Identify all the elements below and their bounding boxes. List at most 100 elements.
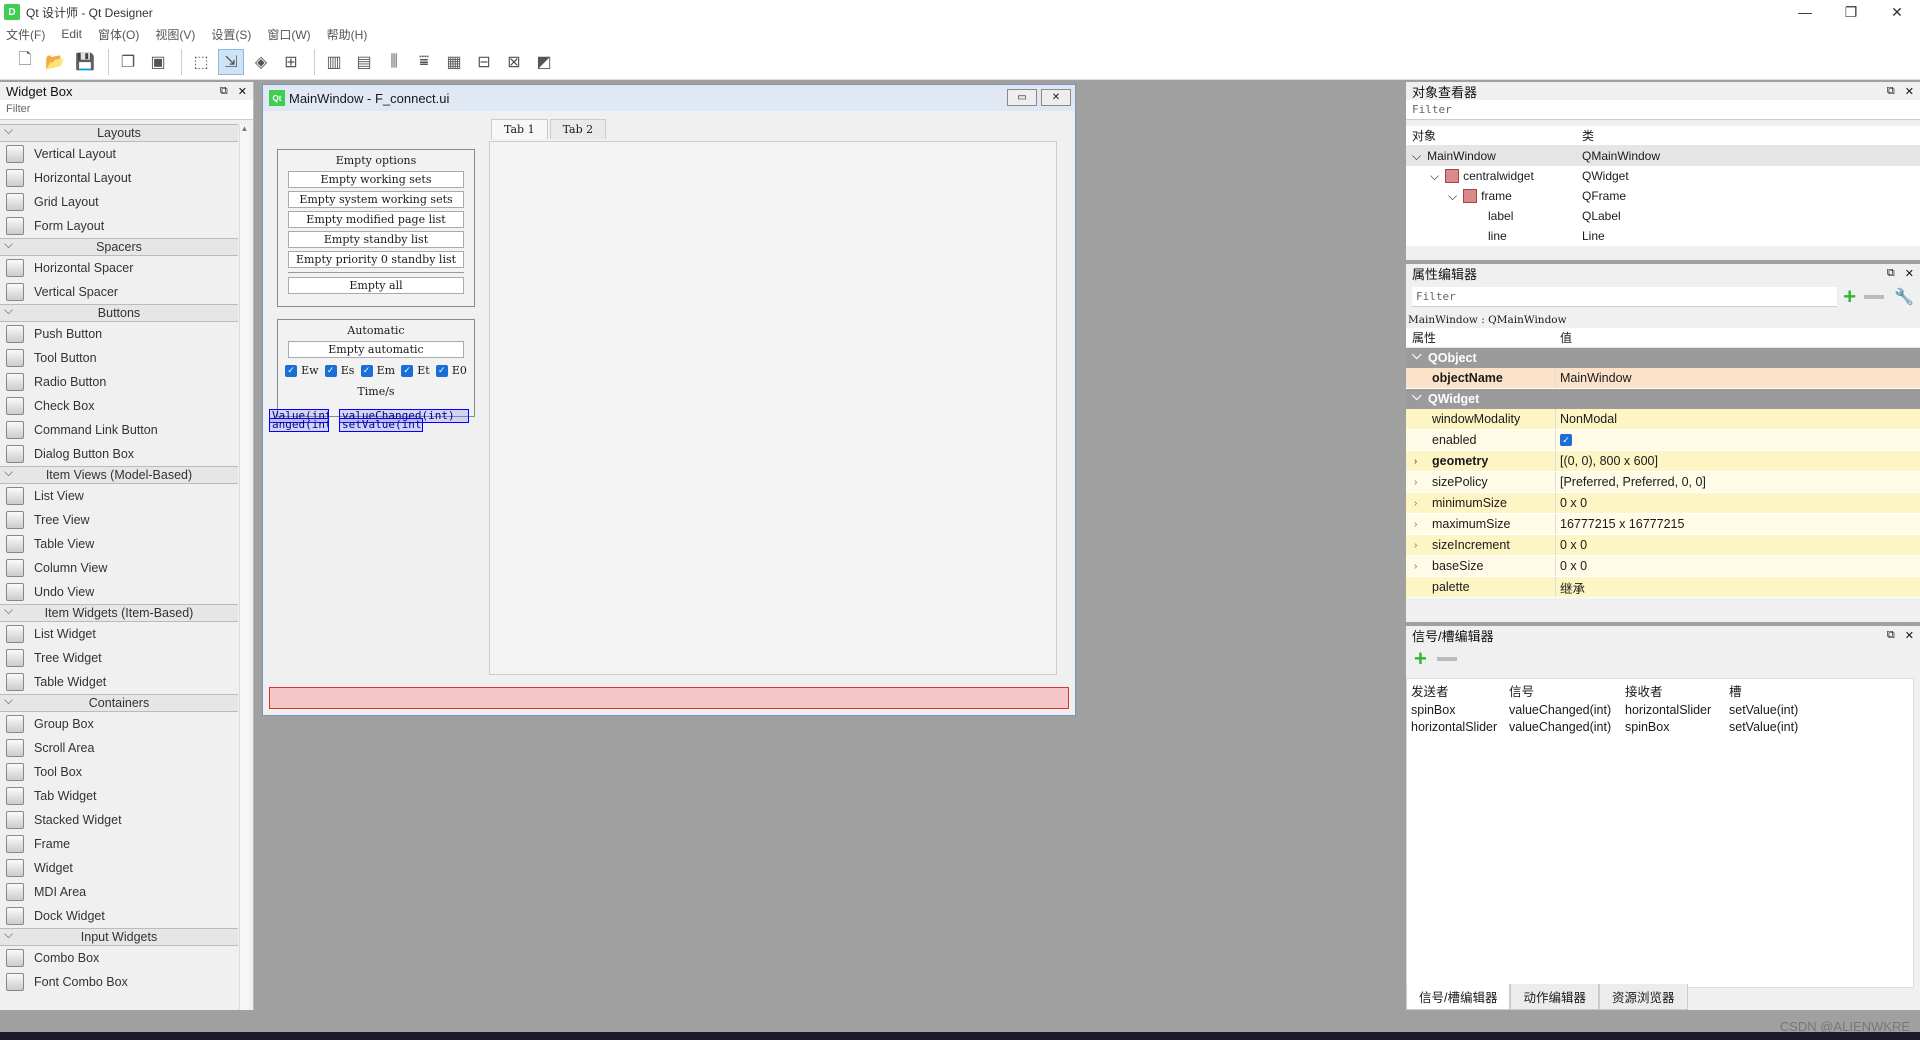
widget-item[interactable]: Table View (0, 532, 238, 556)
checkbox-ew[interactable]: ✓ Ew (285, 364, 319, 377)
property-group-qwidget[interactable]: QWidget (1406, 389, 1920, 409)
property-filter-input[interactable]: Filter (1412, 287, 1838, 307)
edit-signals-slots-icon[interactable]: ⇲ (218, 48, 244, 75)
empty-standby-list-button[interactable]: Empty standby list (288, 231, 464, 248)
menu-form[interactable]: 窗体(O) (98, 26, 139, 43)
minimize-button[interactable]: — (1782, 0, 1828, 24)
form-close-button[interactable]: ✕ (1041, 89, 1071, 106)
layout-grid-icon[interactable]: ▦ (441, 49, 467, 75)
widget-item[interactable]: Form Layout (0, 214, 238, 238)
close-icon[interactable]: ✕ (238, 85, 247, 98)
menu-window[interactable]: 窗口(W) (267, 26, 310, 43)
tree-row[interactable]: line Line (1406, 226, 1920, 246)
copy-icon[interactable]: ❐ (115, 49, 141, 75)
widget-category[interactable]: Input Widgets (0, 927, 238, 946)
widget-item[interactable]: Tab Widget (0, 784, 238, 808)
wrench-icon[interactable]: 🔧 (1894, 287, 1914, 307)
maximize-button[interactable]: ❐ (1828, 0, 1874, 24)
layout-horizontal-splitter-icon[interactable]: ⫼ (381, 49, 407, 75)
widget-item[interactable]: Scroll Area (0, 736, 238, 760)
layout-vertical-splitter-icon[interactable]: ⩸ (411, 49, 437, 75)
widget-item[interactable]: Dock Widget (0, 904, 238, 928)
tree-row[interactable]: ⌵ frame QFrame (1406, 186, 1920, 206)
empty-modified-page-list-button[interactable]: Empty modified page list (288, 211, 464, 228)
empty-working-sets-button[interactable]: Empty working sets (288, 171, 464, 188)
close-icon[interactable]: ✕ (1905, 629, 1914, 642)
signal-label-c[interactable]: anged(int) (269, 418, 329, 432)
float-icon[interactable]: ⧉ (1887, 267, 1895, 280)
widget-category[interactable]: Containers (0, 693, 238, 712)
empty-automatic-button[interactable]: Empty automatic (288, 341, 464, 358)
widget-filter-input[interactable]: Filter (0, 100, 253, 120)
widget-item[interactable]: List Widget (0, 622, 238, 646)
open-folder-icon[interactable]: 📂 (42, 49, 68, 75)
menu-help[interactable]: 帮助(H) (327, 26, 368, 43)
float-icon[interactable]: ⧉ (1887, 629, 1895, 642)
form-minimize-button[interactable]: ▭ (1007, 89, 1037, 106)
status-frame[interactable] (269, 687, 1069, 709)
widget-category[interactable]: Spacers (0, 237, 238, 256)
widget-item[interactable]: Tool Button (0, 346, 238, 370)
chevron-right-icon[interactable]: › (1414, 456, 1417, 467)
checkbox-et[interactable]: ✓ Et (401, 364, 430, 377)
close-icon[interactable]: ✕ (1905, 85, 1914, 98)
close-button[interactable]: ✕ (1874, 0, 1920, 24)
tab-2[interactable]: Tab 2 (549, 119, 607, 139)
widget-item[interactable]: Widget (0, 856, 238, 880)
widget-category[interactable]: Layouts (0, 124, 238, 142)
widget-item[interactable]: Tree View (0, 508, 238, 532)
paste-icon[interactable]: ▣ (145, 49, 171, 75)
table-row[interactable]: horizontalSlider valueChanged(int) spinB… (1407, 718, 1913, 735)
menu-settings[interactable]: 设置(S) (211, 26, 251, 43)
widget-item[interactable]: Frame (0, 832, 238, 856)
tab-signal-slot-editor[interactable]: 信号/槽编辑器 (1406, 984, 1511, 1010)
widget-item[interactable]: Dialog Button Box (0, 442, 238, 466)
layout-form-icon[interactable]: ⊟ (471, 49, 497, 75)
widget-item[interactable]: Combo Box (0, 946, 238, 970)
edit-buddies-icon[interactable]: ◈ (248, 49, 274, 75)
property-row[interactable]: › geometry [(0, 0), 800 x 600] (1406, 451, 1920, 472)
chevron-right-icon[interactable]: › (1414, 540, 1417, 551)
signal-label-d[interactable]: setValue(int) (339, 418, 423, 432)
close-icon[interactable]: ✕ (1905, 267, 1914, 280)
property-row[interactable]: › baseSize 0 x 0 (1406, 556, 1920, 577)
menu-edit[interactable]: Edit (61, 27, 82, 41)
chevron-right-icon[interactable]: › (1414, 498, 1417, 509)
remove-connection-icon[interactable] (1436, 657, 1457, 661)
property-row[interactable]: › sizePolicy [Preferred, Preferred, 0, 0] (1406, 472, 1920, 493)
widget-item[interactable]: Column View (0, 556, 238, 580)
float-icon[interactable]: ⧉ (220, 85, 228, 98)
layout-horizontal-icon[interactable]: ▥ (321, 49, 347, 75)
widget-category[interactable]: Item Widgets (Item-Based) (0, 603, 238, 622)
float-icon[interactable]: ⧉ (1887, 85, 1895, 98)
property-row[interactable]: objectName MainWindow (1406, 368, 1920, 389)
widget-item[interactable]: List View (0, 484, 238, 508)
tree-row[interactable]: ⌵ MainWindow QMainWindow (1406, 146, 1920, 166)
widget-item[interactable]: Command Link Button (0, 418, 238, 442)
remove-property-icon[interactable] (1864, 295, 1885, 299)
widget-item[interactable]: MDI Area (0, 880, 238, 904)
checkbox-es[interactable]: ✓ Es (324, 364, 354, 377)
empty-system-working-sets-button[interactable]: Empty system working sets (288, 191, 464, 208)
widget-category[interactable]: Item Views (Model-Based) (0, 465, 238, 484)
break-layout-icon[interactable]: ⊠ (501, 49, 527, 75)
empty-priority0-standby-list-button[interactable]: Empty priority 0 standby list (288, 251, 464, 268)
property-group-qobject[interactable]: QObject (1406, 348, 1920, 368)
widget-item[interactable]: Vertical Layout (0, 142, 238, 166)
tab-1[interactable]: Tab 1 (491, 119, 548, 139)
menu-file[interactable]: 文件(F) (6, 26, 45, 43)
widget-item[interactable]: Check Box (0, 394, 238, 418)
property-row[interactable]: › maximumSize 16777215 x 16777215 (1406, 514, 1920, 535)
table-row[interactable]: spinBox valueChanged(int) horizontalSlid… (1407, 701, 1913, 718)
add-connection-icon[interactable]: + (1414, 646, 1427, 672)
widget-box-scrollbar[interactable]: ▲ (239, 124, 249, 1010)
tab-action-editor[interactable]: 动作编辑器 (1510, 984, 1599, 1010)
widget-item[interactable]: Radio Button (0, 370, 238, 394)
chevron-right-icon[interactable]: › (1414, 561, 1417, 572)
widget-item[interactable]: Grid Layout (0, 190, 238, 214)
new-file-icon[interactable]: 🗋 (12, 49, 38, 75)
property-row[interactable]: › sizeIncrement 0 x 0 (1406, 535, 1920, 556)
property-row[interactable]: palette 继承 (1406, 577, 1920, 598)
widget-item[interactable]: Font Combo Box (0, 970, 238, 994)
tab-resource-browser[interactable]: 资源浏览器 (1599, 984, 1688, 1010)
